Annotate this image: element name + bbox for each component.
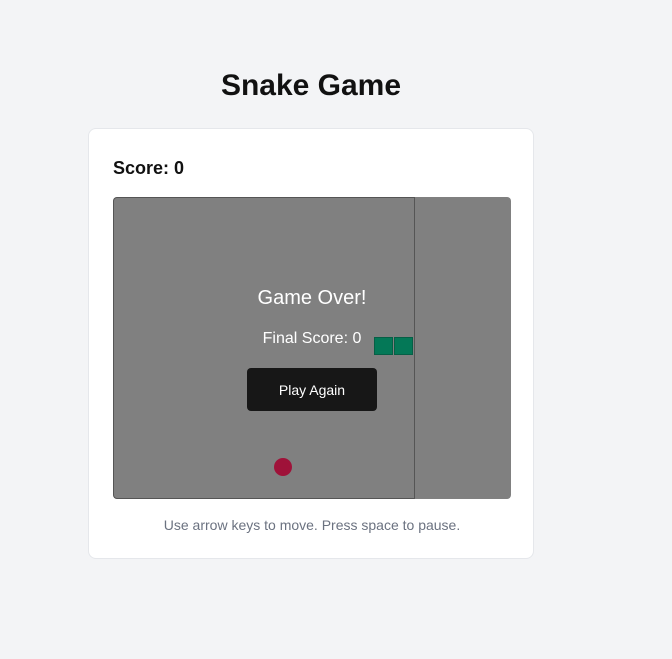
game-card: Score: 0 Game Over! Final Score: 0 Play … bbox=[88, 128, 534, 559]
food-dot-icon bbox=[274, 458, 292, 476]
game-board[interactable]: Game Over! Final Score: 0 Play Again bbox=[113, 197, 511, 499]
score-display: Score: 0 bbox=[113, 158, 185, 178]
final-score-text: Final Score: 0 bbox=[262, 330, 362, 347]
play-again-button[interactable]: Play Again bbox=[247, 368, 377, 411]
game-over-title: Game Over! bbox=[257, 287, 367, 309]
page-title: Snake Game bbox=[220, 69, 402, 102]
instructions-text: Use arrow keys to move. Press space to p… bbox=[163, 517, 461, 533]
